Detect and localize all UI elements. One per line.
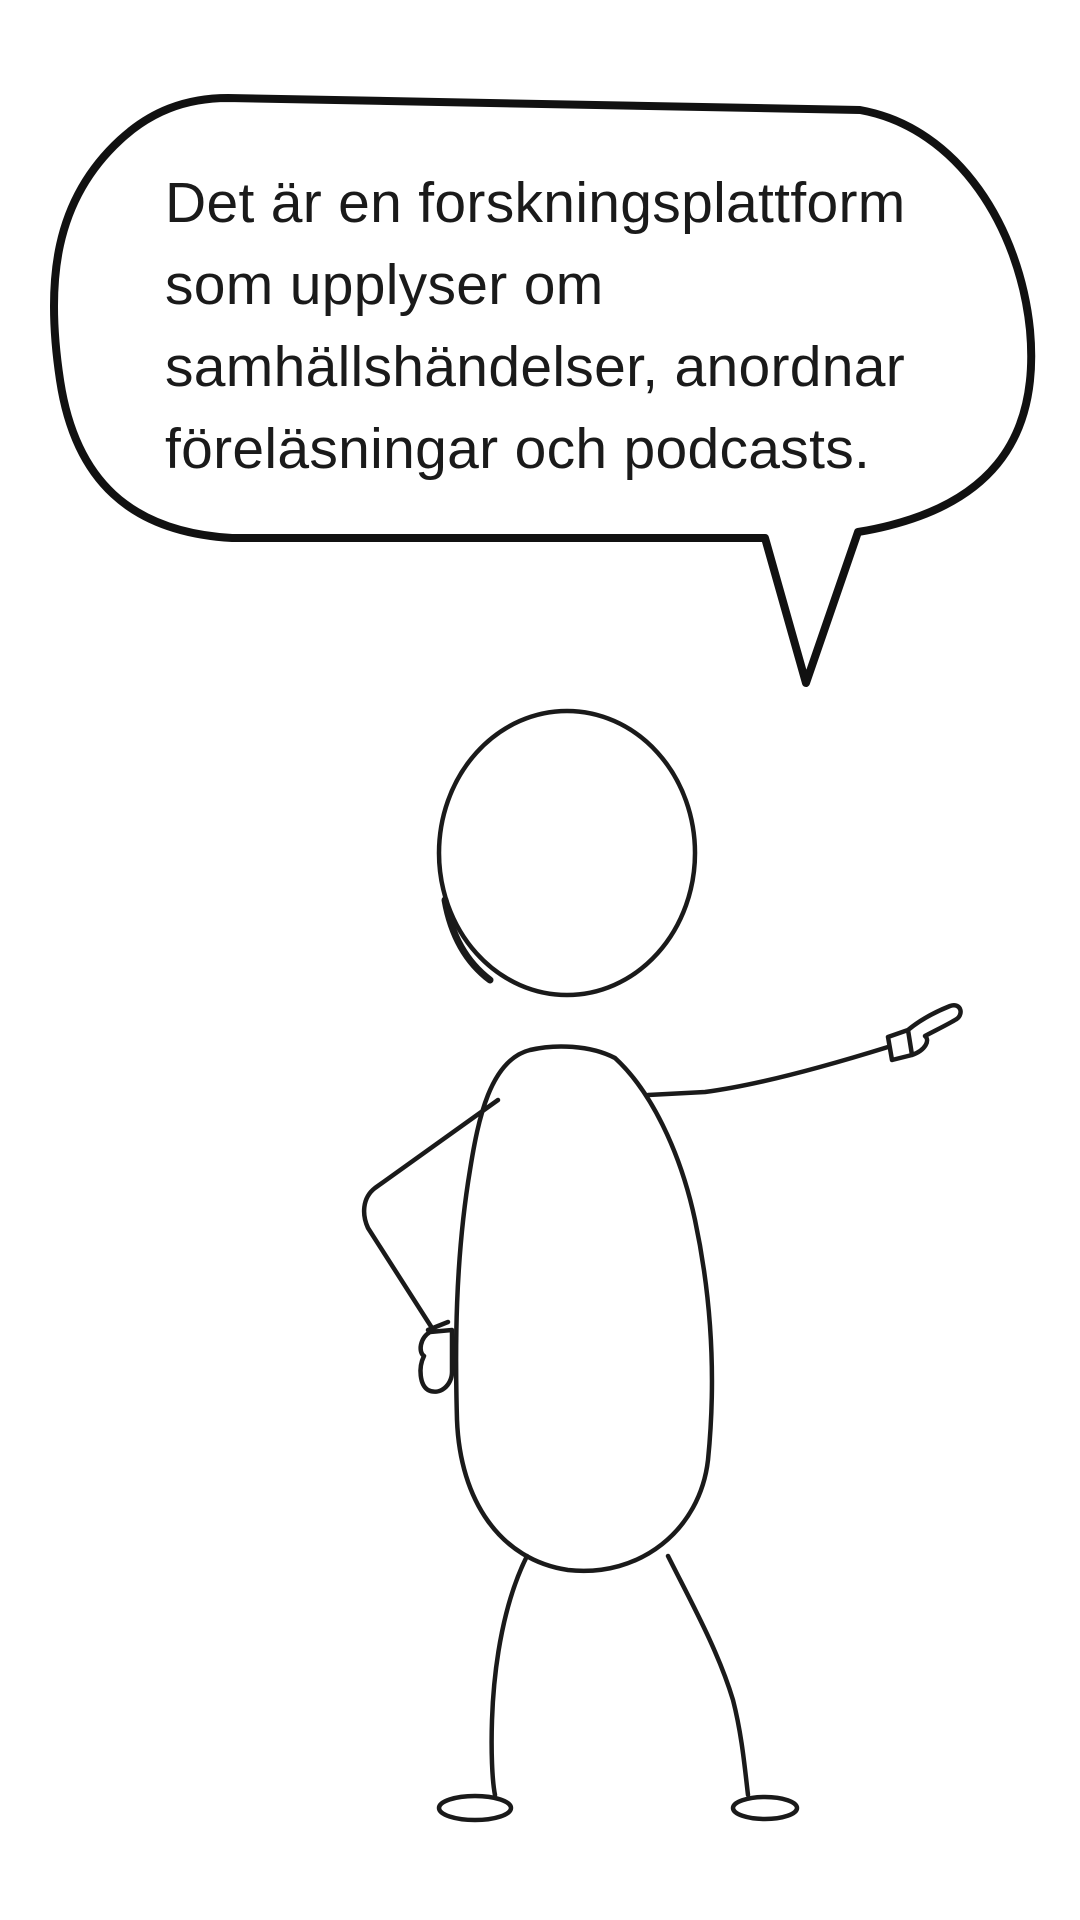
speech-line-2: som upplyser om: [165, 253, 604, 317]
speech-bubble-text: Det är en forskningsplattform som upplys…: [165, 162, 965, 490]
speech-line-1: Det är en forskningsplattform: [165, 171, 906, 235]
speech-line-3: samhällshändelser, anordnar: [165, 335, 906, 399]
speech-line-4: föreläsningar och podcasts.: [165, 417, 871, 481]
